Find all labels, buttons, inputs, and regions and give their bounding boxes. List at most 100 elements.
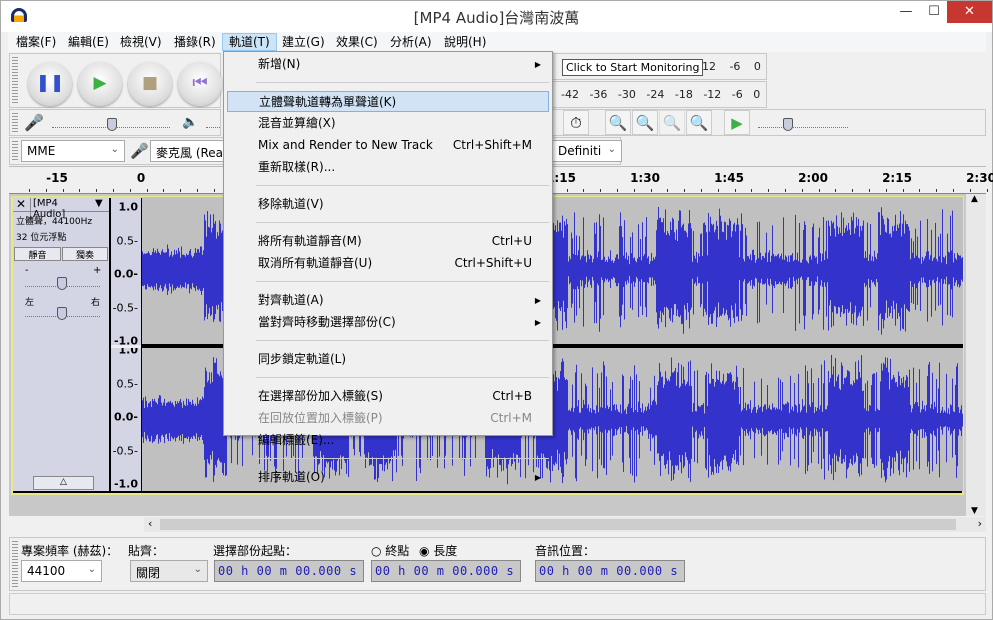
collapse-track-button[interactable]: △: [33, 476, 94, 490]
stop-icon: ■: [141, 73, 159, 93]
ruler-label: 1:45: [714, 171, 744, 185]
ruler-tick: [902, 189, 904, 192]
skip-start-icon: ⏮: [192, 73, 208, 93]
track-bit-depth: 32 位元浮點: [16, 233, 67, 243]
playback-meter[interactable]: -42 -36 -30 -24 -18 -12 -6 0: [552, 81, 767, 108]
menu-item-shortcut: Ctrl+Shift+U: [454, 256, 532, 270]
snap-label: 貼齊：: [128, 544, 165, 558]
audio-host-select[interactable]: MME ⌄: [21, 140, 125, 162]
horizontal-scrollbar[interactable]: ‹ ›: [144, 517, 986, 532]
mute-button[interactable]: 靜音: [14, 247, 61, 261]
ruler-label: 0: [136, 171, 146, 185]
play-at-speed-button[interactable]: ▶: [724, 110, 750, 135]
ruler-tick: [701, 189, 702, 192]
gain-slider[interactable]: [25, 275, 100, 290]
fit-project-icon: 🔍: [689, 114, 709, 132]
amplitude-label: 0.5-: [116, 377, 138, 390]
playback-meter-ticks: -42 -36 -30 -24 -18 -12 -6 0: [561, 88, 761, 101]
close-track-button[interactable]: ✕: [16, 197, 26, 211]
menu-item[interactable]: 編輯標籤(E)...: [227, 430, 549, 451]
menu-2[interactable]: 檢視(V): [114, 33, 168, 51]
vertical-scrollbar[interactable]: ▲ ▼: [966, 194, 986, 516]
ruler-tick: [633, 189, 635, 192]
skip-start-button[interactable]: ⏮: [178, 62, 222, 106]
menu-separator: [256, 82, 549, 83]
amplitude-label: 0.0-: [113, 410, 138, 424]
window-title: [MP4 Audio]台灣南波萬: [413, 9, 580, 27]
ruler-tick: [768, 189, 770, 192]
amplitude-label: 1.0: [118, 200, 139, 214]
menu-item[interactable]: 同步鎖定軌道(L): [227, 349, 549, 370]
menu-item[interactable]: 在選擇部份加入標籤(S) Ctrl+B: [227, 386, 549, 407]
input-volume-slider[interactable]: [52, 116, 170, 131]
audio-position-label: 音訊位置：: [535, 544, 596, 558]
play-button[interactable]: ▶: [78, 62, 122, 106]
menu-separator: [256, 222, 549, 223]
menu-item[interactable]: 立體聲軌道轉為單聲道(K): [227, 91, 549, 112]
track-format: 立體聲，44100Hz: [16, 217, 93, 227]
minimize-button[interactable]: —: [891, 1, 921, 23]
input-device-select[interactable]: 麥克風 (Real: [150, 140, 230, 162]
amplitude-label: -0.5-: [112, 444, 138, 457]
ruler-tick: [919, 189, 921, 192]
zoom-in-button[interactable]: 🔍: [605, 110, 631, 135]
maximize-button[interactable]: ☐: [919, 1, 949, 23]
menu-item-label: 移除軌道(V): [258, 197, 324, 211]
end-radio[interactable]: ○ 終點: [371, 542, 409, 559]
menu-item-label: 重新取樣(R)...: [258, 160, 336, 174]
fit-selection-button[interactable]: 🔍: [659, 110, 685, 135]
ruler-tick: [163, 189, 165, 192]
menu-item[interactable]: 將所有軌道靜音(M) Ctrl+U: [227, 231, 549, 252]
ruler-tick: [566, 189, 568, 192]
solo-button[interactable]: 獨奏: [62, 247, 108, 261]
menu-0[interactable]: 檔案(F): [10, 33, 62, 51]
pause-icon: ❚❚: [35, 73, 65, 93]
fit-project-button[interactable]: 🔍: [686, 110, 712, 135]
length-radio[interactable]: ◉ 長度: [419, 542, 457, 559]
scroll-thumb[interactable]: [160, 519, 956, 530]
chevron-down-icon[interactable]: ▼: [95, 198, 103, 209]
ruler-tick: [79, 189, 81, 192]
stop-button[interactable]: ■: [128, 62, 172, 106]
zoom-out-button[interactable]: 🔍: [632, 110, 658, 135]
menu-item-label: 同步鎖定軌道(L): [258, 352, 347, 366]
menu-item[interactable]: 混音並算繪(X): [227, 113, 549, 134]
menu-item[interactable]: 排序軌道(O) ▶: [227, 467, 549, 488]
ruler-tick: [667, 189, 669, 192]
output-volume-slider[interactable]: [206, 116, 220, 128]
pan-slider[interactable]: [25, 305, 100, 320]
menu-item[interactable]: 取消所有軌道靜音(U) Ctrl+Shift+U: [227, 253, 549, 274]
snap-select[interactable]: 關閉 ⌄: [130, 560, 208, 582]
menu-item[interactable]: Mix and Render to New Track Ctrl+Shift+M: [227, 135, 549, 156]
pause-button[interactable]: ❚❚: [28, 62, 72, 106]
ruler-tick: [785, 189, 786, 192]
selection-length-time[interactable]: 00 h 00 m 00.000 s: [371, 560, 521, 582]
ruler-label: 2:00: [798, 171, 828, 185]
menu-item[interactable]: 新增(N) ▶: [227, 54, 549, 75]
menu-7[interactable]: 分析(A): [384, 33, 438, 51]
speaker-icon: 🔈: [182, 115, 199, 130]
timer-button[interactable]: ⏱: [563, 110, 589, 135]
play-icon: ▶: [93, 73, 107, 93]
ruler-tick: [936, 189, 938, 192]
toolbar-grip[interactable]: [12, 57, 18, 104]
ruler-tick: [180, 189, 182, 192]
output-device-select[interactable]: Definiti ⌄: [552, 140, 622, 162]
menu-item-label: 編輯標籤(E)...: [258, 433, 335, 447]
selection-start-time[interactable]: 00 h 00 m 00.000 s: [214, 560, 364, 582]
menu-item[interactable]: 移除軌道(V): [227, 194, 549, 215]
project-rate-select[interactable]: 44100 ⌄: [21, 560, 102, 582]
menu-8[interactable]: 說明(H): [438, 33, 492, 51]
playback-speed-slider[interactable]: [758, 116, 848, 131]
play-icon: ▶: [731, 114, 743, 132]
close-button[interactable]: ✕: [947, 1, 992, 23]
menu-6[interactable]: 效果(C): [330, 33, 384, 51]
menu-5[interactable]: 建立(G): [276, 33, 331, 51]
menu-item[interactable]: 對齊軌道(A) ▶: [227, 290, 549, 311]
menu-item[interactable]: 重新取樣(R)...: [227, 157, 549, 178]
menu-item[interactable]: 當對齊時移動選擇部份(C) ▶: [227, 312, 549, 333]
menu-4[interactable]: 軌道(T): [222, 33, 277, 51]
menu-3[interactable]: 播錄(R): [168, 33, 222, 51]
menu-1[interactable]: 編輯(E): [62, 33, 115, 51]
audio-position-time[interactable]: 00 h 00 m 00.000 s: [535, 560, 685, 582]
